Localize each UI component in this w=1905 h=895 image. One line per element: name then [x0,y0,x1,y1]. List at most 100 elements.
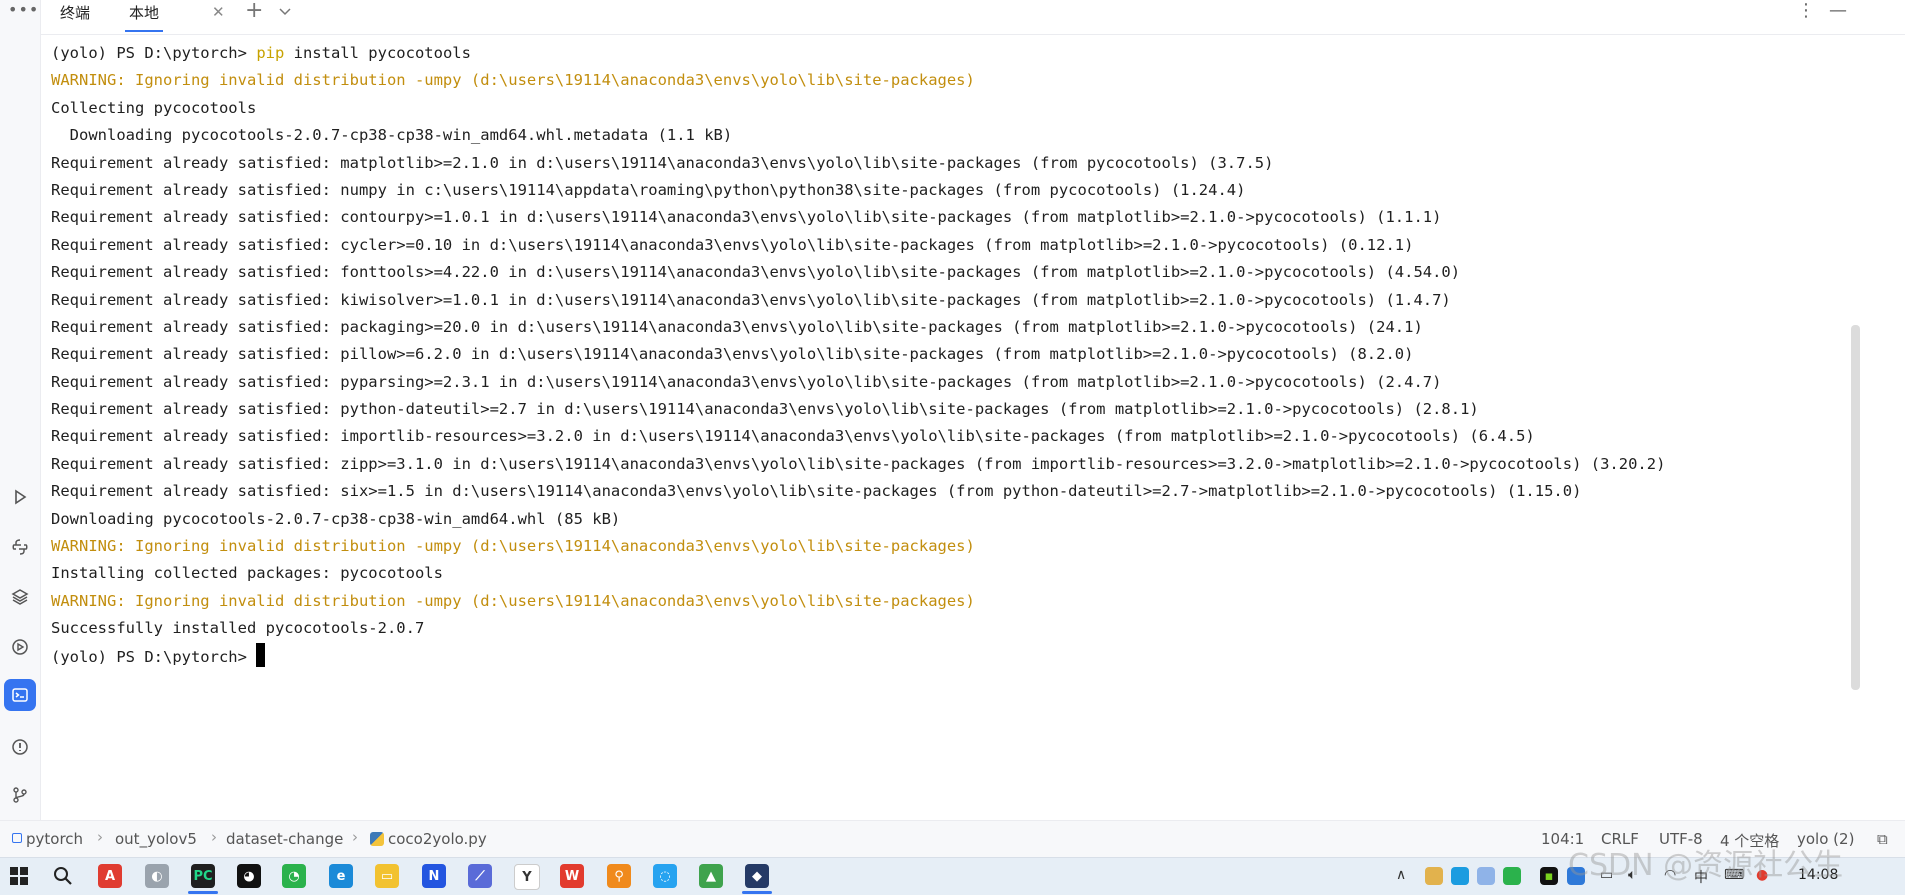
chevron-down-icon[interactable] [276,2,294,20]
output-text: Requirement already satisfied: importlib… [51,427,1535,446]
problems-icon[interactable] [4,731,36,763]
search-app-icon[interactable]: ⚲ [607,864,631,888]
terminal-line: (yolo) PS D:\pytorch> [51,642,1851,670]
terminal-line: Successfully installed pycocotools-2.0.7 [51,615,1851,642]
tray-wechat-icon[interactable] [1503,867,1521,885]
breadcrumb-item-project[interactable]: pytorch [12,830,83,848]
output-text: Downloading pycocotools-2.0.7-cp38-cp38-… [51,509,621,528]
app-green-icon[interactable]: ▲ [699,864,723,888]
terminal-line: Downloading pycocotools-2.0.7-cp38-cp38-… [51,122,1851,149]
breadcrumb-item-subfolder[interactable]: dataset-change [226,830,343,848]
tray-nvidia-icon[interactable]: ▪ [1540,867,1558,885]
terminal-line: WARNING: Ignoring invalid distribution -… [51,533,1851,560]
terminal-tabbar: 终端 本地 ✕ + ⋮ — [41,0,1905,35]
wechat-icon[interactable]: ◔ [282,864,306,888]
windows-start-icon[interactable] [7,864,31,888]
output-text: Installing collected packages: pycocotoo… [51,564,443,583]
terminal-line: (yolo) PS D:\pytorch> pip install pycoco… [51,40,1851,67]
terminal-icon[interactable] [4,679,36,711]
terminal-line: Requirement already satisfied: contourpy… [51,204,1851,231]
tray-app-icon[interactable] [1451,867,1469,885]
output-text: Requirement already satisfied: kiwisolve… [51,290,1451,309]
tray-app-icon[interactable] [1477,867,1495,885]
terminal-line: WARNING: Ignoring invalid distribution -… [51,67,1851,94]
watermark: CSDN @资源社公生 [1568,848,1844,883]
acrobat-icon[interactable]: A [98,864,122,888]
app-doc-icon[interactable]: Y [514,864,540,890]
breadcrumb-item-file[interactable]: coco2yolo.py [370,830,487,848]
options-icon[interactable]: ⋮ [1797,0,1815,21]
warning-text: WARNING: Ignoring invalid distribution -… [51,71,975,90]
terminal-line: Requirement already satisfied: importlib… [51,423,1851,450]
output-text: Requirement already satisfied: python-da… [51,400,1479,419]
app-blue-icon[interactable]: N [422,864,446,888]
output-text: Requirement already satisfied: matplotli… [51,153,1274,172]
output-text: Requirement already satisfied: six>=1.5 … [51,482,1582,501]
qq-icon[interactable]: ◕ [237,864,261,888]
output-text: Requirement already satisfied: packaging… [51,317,1423,336]
edge-icon[interactable]: e [329,864,353,888]
minimize-icon[interactable]: — [1829,0,1847,21]
run-icon[interactable] [4,481,36,513]
output-text: Requirement already satisfied: pyparsing… [51,372,1442,391]
terminal-line: Requirement already satisfied: pillow>=6… [51,341,1851,368]
python-file-icon [370,832,384,846]
tool-sidebar: ••• [0,0,41,820]
terminal-line: Requirement already satisfied: cycler>=0… [51,232,1851,259]
terminal-line: Requirement already satisfied: python-da… [51,396,1851,423]
terminal-line: Requirement already satisfied: kiwisolve… [51,287,1851,314]
chevron-right-icon: › [97,828,103,846]
layers-icon[interactable] [4,581,36,613]
warning-text: WARNING: Ignoring invalid distribution -… [51,537,975,556]
warning-text: WARNING: Ignoring invalid distribution -… [51,591,975,610]
output-text: Requirement already satisfied: cycler>=0… [51,235,1414,254]
tab-local[interactable]: 本地 [125,0,164,32]
terminal-line: Downloading pycocotools-2.0.7-cp38-cp38-… [51,506,1851,533]
terminal-line: Collecting pycocotools [51,95,1851,122]
vertical-scrollbar[interactable] [1851,325,1860,690]
prompt-text: (yolo) PS D:\pytorch> [51,647,257,666]
terminal-line: Installing collected packages: pycocotoo… [51,560,1851,587]
terminal-line: Requirement already satisfied: pyparsing… [51,369,1851,396]
services-icon[interactable] [4,631,36,663]
output-text: Requirement already satisfied: pillow>=6… [51,345,1414,364]
output-text: Requirement already satisfied: contourpy… [51,208,1442,227]
add-tab-icon[interactable]: + [245,0,263,23]
output-text: Collecting pycocotools [51,98,257,117]
terminal-line: Requirement already satisfied: matplotli… [51,150,1851,177]
app-dark-icon[interactable]: ◆ [745,864,769,888]
breadcrumb-item-folder[interactable]: out_yolov5 [115,830,197,848]
folder-icon[interactable]: ▭ [375,864,399,888]
more-icon[interactable]: ••• [8,0,39,19]
module-icon [12,833,22,843]
chevron-right-icon: › [211,828,217,846]
tray-app-icon[interactable] [1425,867,1443,885]
terminal-output[interactable]: (yolo) PS D:\pytorch> pip install pycoco… [51,40,1851,820]
lock-icon[interactable]: ⧉ [1877,830,1888,848]
python-console-icon[interactable] [4,531,36,563]
command-args: install pycocotools [284,44,471,62]
app-icon[interactable]: ◐ [145,864,169,888]
terminal-line: Requirement already satisfied: zipp>=3.1… [51,451,1851,478]
breadcrumb-label: coco2yolo.py [388,830,487,848]
chevron-right-icon: › [352,828,358,846]
git-icon[interactable] [4,779,36,811]
wps-icon[interactable]: W [560,864,584,888]
chat-app-icon[interactable]: ◌ [653,864,677,888]
output-text: Requirement already satisfied: fonttools… [51,263,1461,282]
terminal-line: Requirement already satisfied: numpy in … [51,177,1851,204]
terminal-line: Requirement already satisfied: six>=1.5 … [51,478,1851,505]
pycharm-icon[interactable]: PC [191,864,215,888]
app-tool-icon[interactable]: ⟋ [468,864,492,888]
prompt-text: (yolo) PS D:\pytorch> [51,44,257,62]
output-text: Requirement already satisfied: zipp>=3.1… [51,454,1666,473]
output-text: Downloading pycocotools-2.0.7-cp38-cp38-… [51,126,733,145]
terminal-line: WARNING: Ignoring invalid distribution -… [51,588,1851,615]
search-icon[interactable] [51,864,75,888]
tray-chevron-up-icon[interactable]: ∧ [1396,867,1406,883]
close-icon[interactable]: ✕ [212,3,225,21]
output-text: Requirement already satisfied: numpy in … [51,180,1246,199]
command-name: pip [256,44,285,62]
text-cursor [256,642,266,667]
breadcrumb-label: pytorch [26,830,84,848]
